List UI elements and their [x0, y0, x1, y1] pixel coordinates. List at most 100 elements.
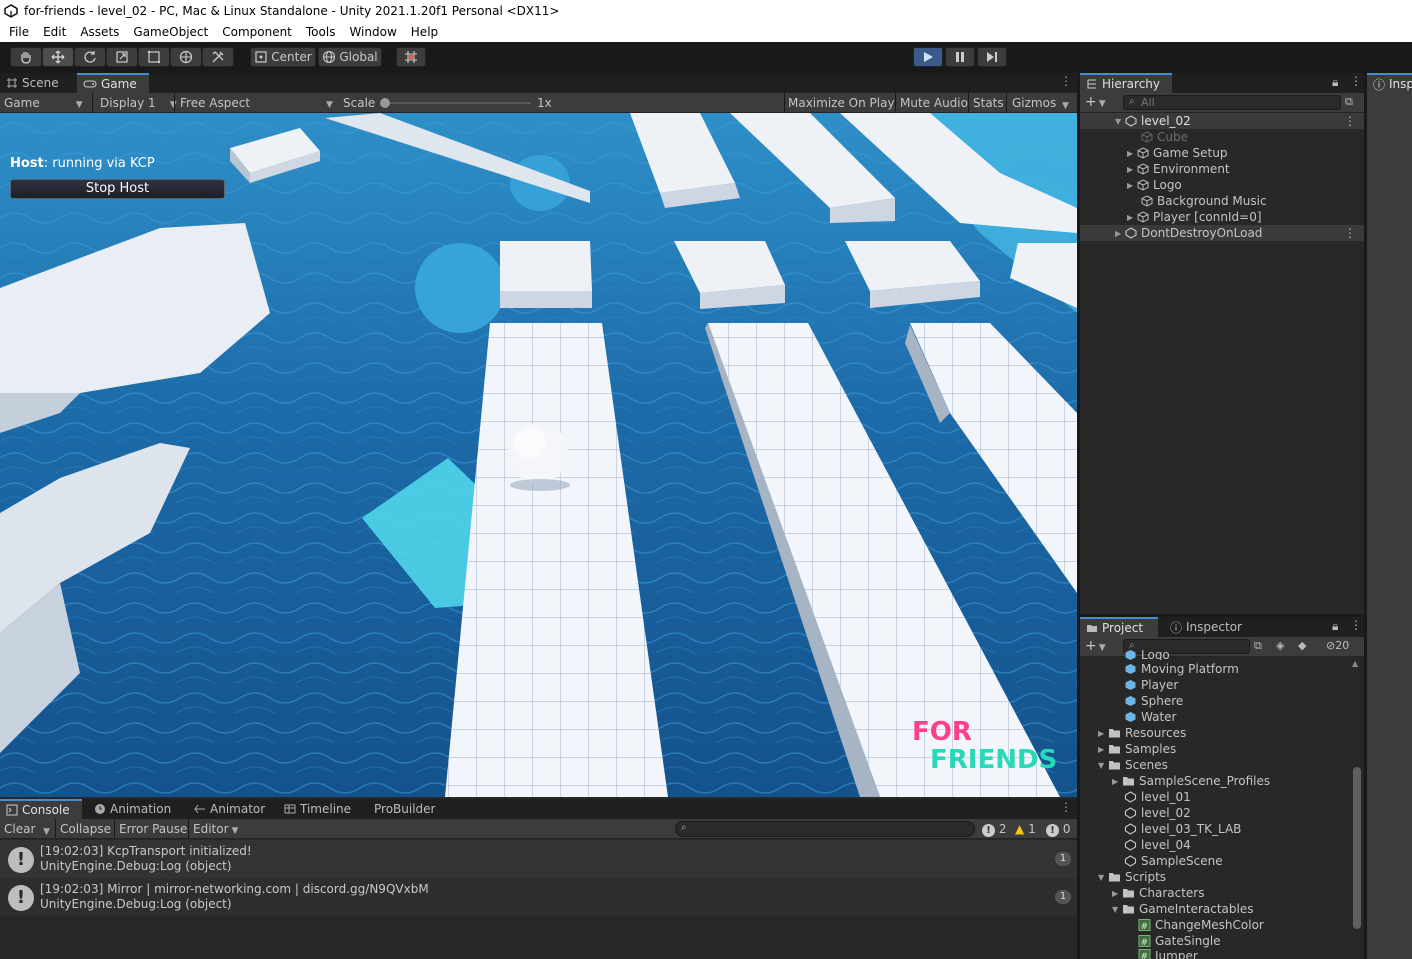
- hand-tool-button[interactable]: [10, 47, 42, 67]
- tab-game[interactable]: Game: [77, 73, 149, 93]
- pivot-global-button[interactable]: Global: [318, 47, 382, 67]
- lock-icon[interactable]: 🔒︎: [1332, 75, 1338, 90]
- console-log-row[interactable]: ! [19:02:03] KcpTransport initialized! U…: [0, 840, 1077, 878]
- project-folder-resources[interactable]: ▶ Resources: [1098, 725, 1186, 741]
- hierarchy-item-game-setup[interactable]: ▶ Game Setup: [1080, 145, 1364, 161]
- play-button[interactable]: [913, 47, 943, 67]
- rect-tool-button[interactable]: [138, 47, 170, 67]
- project-item-logo[interactable]: Logo: [1124, 650, 1170, 660]
- menu-gameobject[interactable]: GameObject: [126, 25, 215, 39]
- project-script-changemeshcolor[interactable]: # ChangeMeshColor: [1138, 917, 1264, 933]
- project-scrollbar[interactable]: ▲: [1352, 659, 1362, 959]
- warning-filter-toggle[interactable]: ▲ 1: [1015, 822, 1036, 836]
- project-script-gatesingle[interactable]: # GateSingle: [1138, 933, 1221, 949]
- lock-icon[interactable]: 🔒︎: [1332, 619, 1338, 634]
- expand-arrow-icon[interactable]: ▶: [1098, 745, 1108, 754]
- hierarchy-search-input[interactable]: ⌕ All: [1123, 95, 1341, 110]
- mute-audio-toggle[interactable]: Mute Audio: [900, 96, 968, 110]
- menu-tools[interactable]: Tools: [299, 25, 343, 39]
- scene-options-icon[interactable]: ⋮: [1344, 226, 1356, 240]
- scene-visibility-icon[interactable]: ⧉: [1345, 95, 1353, 109]
- project-folder-scenes[interactable]: ▼ Scenes: [1098, 757, 1168, 773]
- expand-arrow-icon[interactable]: ▶: [1127, 181, 1137, 190]
- error-pause-toggle[interactable]: Error Pause: [119, 822, 187, 836]
- expand-arrow-icon[interactable]: ▶: [1127, 213, 1137, 222]
- tab-timeline[interactable]: Timeline: [278, 799, 357, 819]
- display-dropdown[interactable]: Display 1▼: [100, 96, 177, 110]
- hierarchy-item-background-music[interactable]: Background Music: [1080, 193, 1364, 209]
- gizmos-toggle[interactable]: Gizmos: [1012, 96, 1056, 110]
- rotate-tool-button[interactable]: [74, 47, 106, 67]
- hierarchy-item-player[interactable]: ▶ Player [connId=0]: [1080, 209, 1364, 225]
- hidden-packages-toggle[interactable]: ⊘20: [1326, 639, 1349, 652]
- gizmos-dropdown-icon[interactable]: ▼: [1062, 97, 1069, 111]
- project-scene-level-01[interactable]: level_01: [1124, 789, 1191, 805]
- create-add-button[interactable]: + ▼: [1085, 94, 1106, 110]
- expand-arrow-icon[interactable]: ▶: [1112, 777, 1122, 786]
- project-folder-scripts[interactable]: ▼ Scripts: [1098, 869, 1166, 885]
- menu-window[interactable]: Window: [342, 25, 403, 39]
- hierarchy-menu-icon[interactable]: ⋮: [1350, 74, 1362, 88]
- move-tool-button[interactable]: [42, 47, 74, 67]
- hierarchy-item-dontdestroyonload[interactable]: ▶ DontDestroyOnLoad ⋮: [1080, 225, 1364, 241]
- scroll-up-arrow-icon[interactable]: ▲: [1352, 659, 1358, 668]
- maximize-on-play-toggle[interactable]: Maximize On Play: [788, 96, 895, 110]
- expand-arrow-icon[interactable]: ▼: [1115, 117, 1125, 126]
- tab-inspector-right[interactable]: ⓘ Insp: [1367, 73, 1412, 93]
- project-script-jumper[interactable]: # Jumper: [1138, 949, 1198, 959]
- editor-dropdown[interactable]: Editor ▼: [193, 822, 238, 836]
- project-folder-gameinteractables[interactable]: ▼ GameInteractables: [1112, 901, 1254, 917]
- menu-file[interactable]: File: [2, 25, 36, 39]
- project-folder-characters[interactable]: ▶ Characters: [1112, 885, 1205, 901]
- expand-arrow-icon[interactable]: ▶: [1112, 889, 1122, 898]
- project-create-button[interactable]: + ▼: [1085, 638, 1106, 654]
- tab-scene[interactable]: Scene: [0, 73, 76, 93]
- expand-arrow-icon[interactable]: ▶: [1115, 229, 1125, 238]
- scale-slider-track[interactable]: [383, 102, 531, 104]
- hierarchy-item-environment[interactable]: ▶ Environment: [1080, 161, 1364, 177]
- game-mode-dropdown[interactable]: Game ▼: [4, 96, 83, 110]
- console-log-row[interactable]: ! [19:02:03] Mirror | mirror-networking.…: [0, 878, 1077, 916]
- scale-tool-button[interactable]: [106, 47, 138, 67]
- project-scene-level-02[interactable]: level_02: [1124, 805, 1191, 821]
- project-item-water[interactable]: Water: [1124, 709, 1176, 725]
- project-folder-samples[interactable]: ▶ Samples: [1098, 741, 1176, 757]
- clear-options-dropdown[interactable]: ▼: [43, 823, 50, 837]
- error-filter-toggle[interactable]: ! 0: [1046, 822, 1070, 837]
- expand-arrow-icon[interactable]: ▶: [1127, 149, 1137, 158]
- project-scene-level-04[interactable]: level_04: [1124, 837, 1191, 853]
- game-panel-menu-icon[interactable]: ⋮: [1060, 74, 1072, 88]
- tab-animator[interactable]: Animator: [188, 799, 271, 819]
- project-scene-level-03-tk-lab[interactable]: level_03_TK_LAB: [1124, 821, 1241, 837]
- expand-arrow-icon[interactable]: ▶: [1098, 729, 1108, 738]
- console-panel-menu-icon[interactable]: ⋮: [1060, 800, 1072, 814]
- menu-assets[interactable]: Assets: [73, 25, 126, 39]
- project-item-player[interactable]: Player: [1124, 677, 1178, 693]
- aspect-dropdown[interactable]: Free Aspect ▼: [180, 96, 333, 110]
- expand-arrow-icon[interactable]: ▶: [1127, 165, 1137, 174]
- custom-tool-button[interactable]: [202, 47, 234, 67]
- scene-options-icon[interactable]: ⋮: [1344, 114, 1356, 128]
- step-button[interactable]: [977, 47, 1007, 67]
- search-by-type-icon[interactable]: ⧉: [1254, 639, 1262, 653]
- pivot-center-button[interactable]: Center: [250, 47, 316, 67]
- project-scrollbar-thumb[interactable]: [1353, 767, 1361, 929]
- project-item-moving-platform[interactable]: Moving Platform: [1124, 661, 1239, 677]
- menu-component[interactable]: Component: [215, 25, 299, 39]
- transform-tool-button[interactable]: [170, 47, 202, 67]
- tab-probuilder[interactable]: ProBuilder: [368, 799, 441, 819]
- stats-toggle[interactable]: Stats: [973, 96, 1004, 110]
- collapse-toggle[interactable]: Collapse: [60, 822, 111, 836]
- tab-console[interactable]: Console: [0, 799, 82, 819]
- project-folder-samplescene-profiles[interactable]: ▶ SampleScene_Profiles: [1112, 773, 1270, 789]
- tab-hierarchy[interactable]: Hierarchy: [1080, 73, 1172, 93]
- project-scene-samplescene[interactable]: SampleScene: [1124, 853, 1223, 869]
- project-menu-icon[interactable]: ⋮: [1350, 618, 1362, 632]
- menu-help[interactable]: Help: [404, 25, 445, 39]
- expand-arrow-icon[interactable]: ▼: [1098, 761, 1108, 770]
- scale-slider-handle[interactable]: [380, 98, 390, 108]
- hierarchy-item-level-02[interactable]: ▼ level_02 ⋮: [1080, 113, 1364, 129]
- grid-snap-button[interactable]: [396, 47, 426, 67]
- filter-by-label-icon[interactable]: ◈: [1276, 639, 1284, 652]
- console-search-input[interactable]: ⌕: [675, 821, 975, 837]
